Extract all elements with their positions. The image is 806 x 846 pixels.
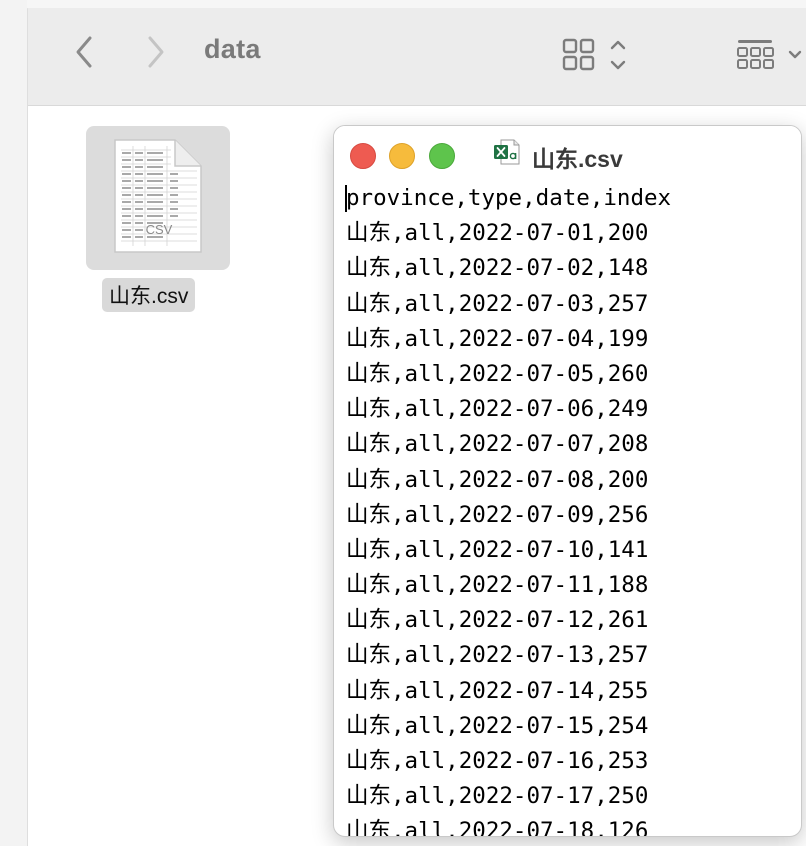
- csv-line: 山东,all,2022-07-14,255: [346, 677, 649, 704]
- csv-line: 山东,all,2022-07-01,200: [346, 220, 649, 247]
- back-button[interactable]: [66, 30, 102, 74]
- csv-line-list: province,type,date,index 山东,all,2022-07-0…: [346, 181, 671, 836]
- chevron-right-icon: [148, 36, 164, 68]
- screen: data CSV 山东.csv 山东.csv province,type,dat…: [0, 0, 806, 846]
- csv-line: 山东,all,2022-07-15,254: [346, 712, 649, 739]
- excel-file-icon: [494, 139, 520, 165]
- file-name-label[interactable]: 山东.csv: [102, 278, 196, 312]
- csv-line: 山东,all,2022-07-08,200: [346, 466, 649, 493]
- group-by-button[interactable]: [736, 38, 806, 72]
- chevron-left-icon: [76, 36, 92, 68]
- csv-line: 山东,all,2022-07-05,260: [346, 360, 649, 387]
- csv-line: 山东,all,2022-07-06,249: [346, 396, 649, 423]
- close-button[interactable]: [350, 143, 376, 169]
- csv-line: 山东,all,2022-07-13,257: [346, 642, 649, 669]
- csv-line: 山东,all,2022-07-18,126: [346, 818, 649, 836]
- csv-line: 山东,all,2022-07-17,250: [346, 783, 649, 810]
- group-by-icon: [737, 40, 802, 69]
- csv-line: 山东,all,2022-07-03,257: [346, 290, 649, 317]
- csv-badge: CSV: [146, 222, 173, 237]
- forward-button[interactable]: [138, 30, 174, 74]
- csv-line: 山东,all,2022-07-10,141: [346, 536, 649, 563]
- csv-line: 山东,all,2022-07-07,208: [346, 431, 649, 458]
- csv-text-content[interactable]: province,type,date,index 山东,all,2022-07-0…: [334, 180, 801, 836]
- csv-line: 山东,all,2022-07-04,199: [346, 325, 649, 352]
- minimize-button[interactable]: [389, 143, 415, 169]
- csv-line: 山东,all,2022-07-09,256: [346, 501, 649, 528]
- csv-line: 山东,all,2022-07-12,261: [346, 607, 649, 634]
- quicklook-titlebar[interactable]: 山东.csv: [334, 126, 801, 180]
- csv-line: province,type,date,index: [346, 185, 672, 211]
- csv-line: 山东,all,2022-07-02,148: [346, 255, 649, 282]
- csv-line: 山东,all,2022-07-11,188: [346, 572, 649, 599]
- view-mode-button[interactable]: [562, 38, 628, 72]
- sidebar-edge: [0, 0, 28, 846]
- icon-grid-view-icon: [562, 38, 626, 71]
- csv-line: 山东,all,2022-07-16,253: [346, 748, 649, 774]
- csv-document-icon: CSV: [114, 139, 202, 253]
- file-icon-tile[interactable]: CSV: [86, 126, 230, 270]
- quicklook-window: 山东.csv province,type,date,index 山东,all,20…: [333, 125, 802, 837]
- folder-title: data: [204, 34, 261, 64]
- maximize-button[interactable]: [429, 143, 455, 169]
- quicklook-title: 山东.csv: [532, 146, 623, 172]
- finder-toolbar: data: [28, 8, 806, 106]
